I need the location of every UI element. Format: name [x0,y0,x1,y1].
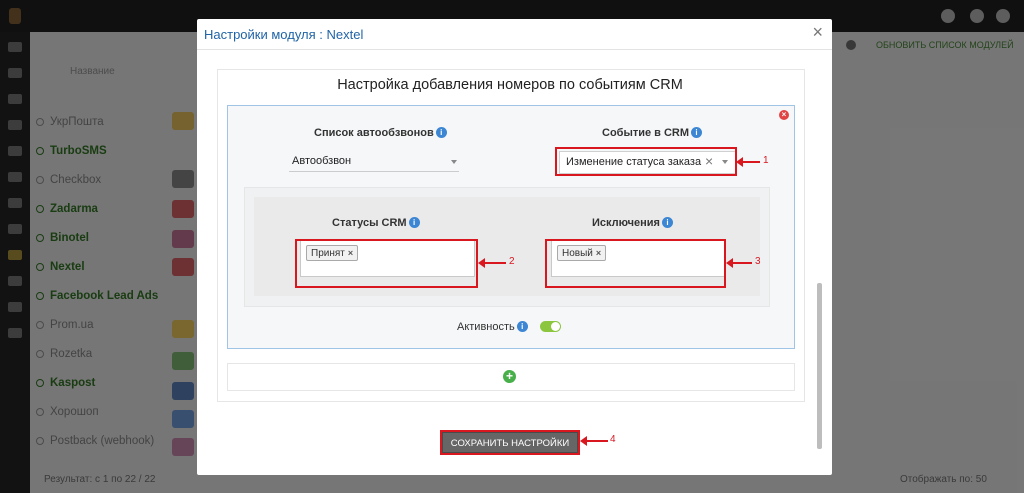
modal-header: Настройки модуля : Nextel × [197,19,832,50]
autocall-list-select[interactable]: Автообзвон [289,153,459,172]
toggle-knob [551,322,560,331]
module-settings-modal: Настройки модуля : Nextel × Настройка до… [197,19,832,475]
annotation-arrow-2 [478,258,506,268]
info-icon[interactable]: i [516,321,528,332]
annotation-arrow-1 [736,157,760,167]
info-icon[interactable]: i [408,217,420,228]
autocall-list-label: Список автообзвонов i [314,127,447,139]
crm-statuses-label: Статусы CRM i [332,217,420,229]
annotation-box-1 [555,147,737,176]
add-rule-button[interactable]: + [503,370,516,383]
annotation-number-4: 4 [610,434,616,445]
activity-toggle[interactable] [540,321,561,332]
info-icon[interactable]: i [661,217,673,228]
annotation-arrow-4 [580,436,608,446]
modal-scrollbar-thumb[interactable] [817,283,822,449]
chevron-down-icon [451,160,457,164]
exclusions-label: Исключения i [592,217,673,229]
add-rule-row: + [227,363,795,391]
info-icon[interactable]: i [435,127,447,138]
annotation-arrow-3 [726,258,752,268]
section-title: Настройка добавления номеров по событиям… [337,77,683,93]
save-settings-button[interactable]: СОХРАНИТЬ НАСТРОЙКИ [442,432,578,453]
remove-rule-icon[interactable]: × [779,110,789,120]
annotation-box-3 [545,239,726,288]
autocall-list-value: Автообзвон [292,155,352,167]
annotation-number-2: 2 [509,256,515,267]
modal-title: Настройки модуля : Nextel [204,27,364,42]
activity-label: Активность i [457,321,528,333]
info-icon[interactable]: i [691,127,703,138]
annotation-number-3: 3 [755,256,761,267]
annotation-box-2 [295,239,478,288]
event-rule: × Список автообзвонов i Автообзвон Событи… [227,105,795,349]
crm-event-label: Событие в CRM i [602,127,703,139]
annotation-number-1: 1 [763,155,769,166]
close-icon[interactable]: × [812,23,823,41]
